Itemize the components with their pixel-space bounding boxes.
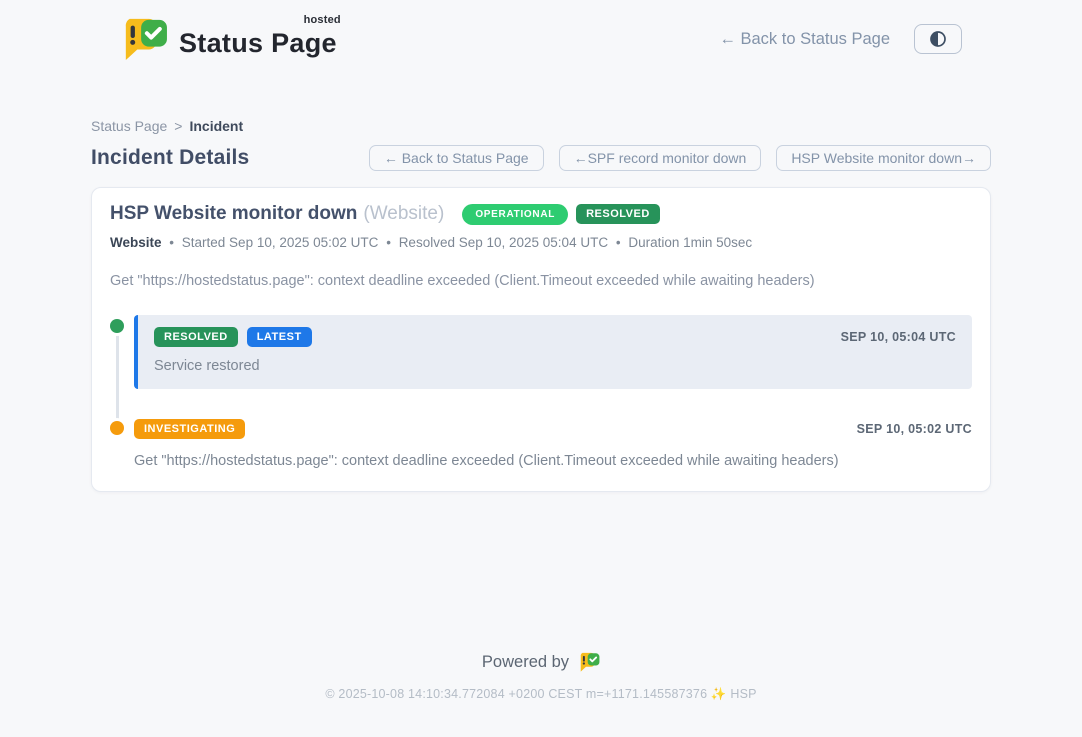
breadcrumb-root[interactable]: Status Page <box>91 118 167 134</box>
powered-by-link[interactable]: Powered by <box>0 652 1082 672</box>
back-to-status-page-button[interactable]: ← Back to Status Page <box>369 145 544 171</box>
breadcrumb: Status Page > Incident <box>91 118 991 134</box>
incident-title: HSP Website monitor down <box>110 203 357 225</box>
theme-toggle-button[interactable] <box>914 24 962 54</box>
header-back-link[interactable]: ← Back to Status Page <box>719 30 890 49</box>
timeline-dot-orange <box>110 421 124 435</box>
operational-status-badge: OPERATIONAL <box>462 204 568 225</box>
main-content: Status Page > Incident Incident Details ← … <box>91 118 991 492</box>
status-page-logo[interactable]: Status Page hosted <box>120 17 337 61</box>
timeline-timestamp: SEP 10, 05:02 UTC <box>857 422 972 436</box>
meta-resolved: Resolved Sep 10, 2025 05:04 UTC <box>399 235 608 250</box>
meta-bullet: • <box>169 235 174 250</box>
investigating-badge: INVESTIGATING <box>134 419 245 439</box>
prev-incident-button[interactable]: ←SPF record monitor down <box>559 145 762 171</box>
incident-timeline: RESOLVED LATEST SEP 10, 05:04 UTC Servic… <box>110 315 972 469</box>
footer: Powered by © 2025-10-08 14:10:34.772084 … <box>0 652 1082 702</box>
timeline-timestamp: SEP 10, 05:04 UTC <box>841 330 956 344</box>
breadcrumb-current: Incident <box>189 118 243 134</box>
copyright-text: © 2025-10-08 14:10:34.772084 +0200 CEST … <box>0 687 1082 702</box>
next-incident-button[interactable]: HSP Website monitor down→ <box>776 145 991 171</box>
timeline-update-header: RESOLVED LATEST SEP 10, 05:04 UTC <box>154 327 956 347</box>
breadcrumb-separator: > <box>174 118 182 134</box>
timeline-item-resolved: RESOLVED LATEST SEP 10, 05:04 UTC Servic… <box>110 315 972 389</box>
timeline-message: Get "https://hostedstatus.page": context… <box>134 453 972 469</box>
timeline-message: Service restored <box>154 358 956 374</box>
incident-component: (Website) <box>363 203 444 225</box>
page-title: Incident Details <box>91 146 249 170</box>
logo-hosted-label: hosted <box>304 15 341 26</box>
incident-nav-buttons: ← Back to Status Page ←SPF record monito… <box>369 145 991 171</box>
header: Status Page hosted ← Back to Status Page <box>120 0 962 64</box>
logo-wordmark: Status Page hosted <box>179 22 337 57</box>
meta-duration: Duration 1min 50sec <box>628 235 752 250</box>
logo-text: Status Page <box>179 28 337 58</box>
timeline-latest-update-box: RESOLVED LATEST SEP 10, 05:04 UTC Servic… <box>134 315 972 389</box>
incident-meta: Website • Started Sep 10, 2025 05:02 UTC… <box>110 235 972 250</box>
incident-description: Get "https://hostedstatus.page": context… <box>110 273 972 289</box>
meta-bullet: • <box>386 235 391 250</box>
timeline-dot-green <box>110 319 124 333</box>
timeline-badges: INVESTIGATING <box>134 419 245 439</box>
resolved-badge: RESOLVED <box>154 327 238 347</box>
status-page-logo-icon <box>120 17 168 61</box>
incident-card: HSP Website monitor down (Website) OPERA… <box>91 187 991 492</box>
incident-title-row: HSP Website monitor down (Website) OPERA… <box>110 203 972 225</box>
latest-badge: LATEST <box>247 327 312 347</box>
resolved-status-badge: RESOLVED <box>576 204 660 224</box>
title-row: Incident Details ← Back to Status Page ←… <box>91 145 991 171</box>
powered-by-label: Powered by <box>482 653 569 672</box>
timeline-item-investigating: INVESTIGATING SEP 10, 05:02 UTC Get "htt… <box>110 419 972 469</box>
meta-component: Website <box>110 235 162 250</box>
meta-bullet: • <box>616 235 621 250</box>
theme-contrast-icon <box>929 30 947 48</box>
timeline-badges: RESOLVED LATEST <box>154 327 312 347</box>
status-page-mini-logo-icon <box>578 652 600 672</box>
header-right: ← Back to Status Page <box>719 24 962 54</box>
timeline-update-header: INVESTIGATING SEP 10, 05:02 UTC <box>134 419 972 439</box>
meta-started: Started Sep 10, 2025 05:02 UTC <box>182 235 379 250</box>
